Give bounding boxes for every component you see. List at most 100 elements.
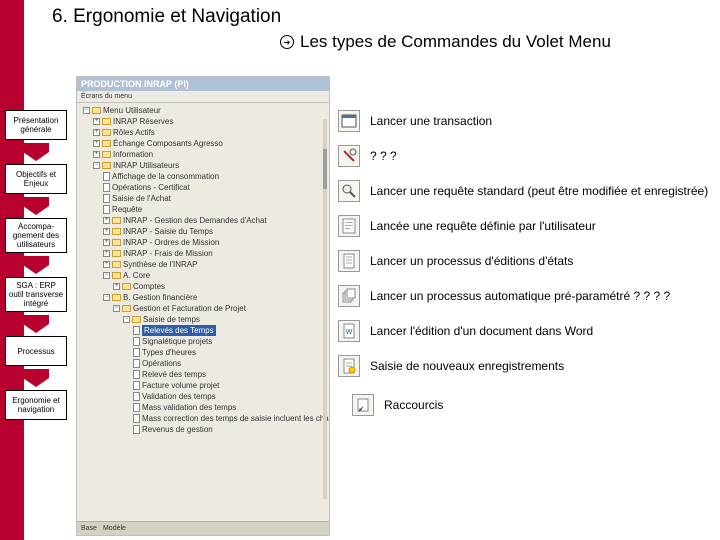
document-icon: [133, 414, 140, 423]
down-arrow-icon: [23, 256, 49, 274]
tree-node: Gestion et Facturation de Projet: [133, 303, 246, 314]
nav-box-sga[interactable]: SGA : ERP outil transverse intégré: [5, 277, 67, 312]
folder-icon: [102, 129, 111, 136]
minus-icon[interactable]: −: [83, 107, 90, 114]
legend-row: W Lancer l'édition d'un document dans Wo…: [338, 320, 708, 342]
tree-leaf[interactable]: Relevé des temps: [142, 369, 206, 380]
tree-leaf-selected[interactable]: Relevés des Temps: [142, 325, 216, 336]
menu-tree[interactable]: −Menu Utilisateur +INRAP Réserves +Rôles…: [77, 103, 329, 515]
document-icon: [133, 381, 140, 390]
document-icon: [103, 194, 110, 203]
tree-node: B. Gestion financière: [123, 292, 197, 303]
document-icon: [103, 205, 110, 214]
app-bottom-bar: Base Modèle: [77, 521, 329, 535]
tree-node: INRAP - Ordres de Mission: [123, 237, 219, 248]
document-icon: [133, 370, 140, 379]
document-icon: [103, 183, 110, 192]
nav-box-objectifs[interactable]: Objectifs et Enjeux: [5, 164, 67, 194]
tree-leaf[interactable]: Requête: [112, 204, 142, 215]
document-icon: [133, 359, 140, 368]
word-icon: W: [338, 320, 360, 342]
app-window: PRODUCTION INRAP (PI) Écrans du menu −Me…: [76, 76, 330, 536]
tab-base[interactable]: Base: [81, 525, 97, 532]
tree-leaf[interactable]: Signalétique projets: [142, 336, 212, 347]
legend-label: Lancer un processus d'éditions d'états: [370, 254, 573, 268]
tree-node: Rôles Actifs: [113, 127, 155, 138]
tree-root: Menu Utilisateur: [103, 105, 161, 116]
app-window-title: PRODUCTION INRAP (PI): [77, 77, 329, 91]
minus-icon[interactable]: −: [93, 162, 100, 169]
command-legend: Lancer une transaction ? ? ? Lancer une …: [338, 110, 708, 416]
scrollbar[interactable]: [323, 119, 327, 499]
tree-leaf[interactable]: Facture volume projet: [142, 380, 219, 391]
legend-label: ? ? ?: [370, 149, 397, 163]
document-icon: [133, 326, 140, 335]
page-subtitle: Les types de Commandes du Volet Menu: [300, 32, 611, 52]
plus-icon[interactable]: +: [103, 217, 110, 224]
folder-icon: [112, 228, 121, 235]
tree-leaf[interactable]: Mass validation des temps: [142, 402, 236, 413]
plus-icon[interactable]: +: [93, 118, 100, 125]
nav-box-presentation[interactable]: Présentation générale: [5, 110, 67, 140]
document-icon: [133, 348, 140, 357]
nav-box-ergonomie[interactable]: Ergonomie et navigation: [5, 390, 67, 420]
plus-icon[interactable]: +: [113, 283, 120, 290]
legend-row: Saisie de nouveaux enregistrements: [338, 355, 708, 377]
plus-icon[interactable]: +: [103, 239, 110, 246]
legend-row: Lancer un processus d'éditions d'états: [338, 250, 708, 272]
legend-label: Lancée une requête définie par l'utilisa…: [370, 219, 596, 233]
nav-sidebar: Présentation générale Objectifs et Enjeu…: [0, 110, 72, 420]
minus-icon[interactable]: −: [113, 305, 120, 312]
legend-row: Lancée une requête définie par l'utilisa…: [338, 215, 708, 237]
nav-box-accompagnement[interactable]: Accompa-gnement des utilisateurs: [5, 218, 67, 253]
nav-box-processus[interactable]: Processus: [5, 336, 67, 366]
tree-leaf[interactable]: Opérations: [142, 358, 181, 369]
plus-icon[interactable]: +: [93, 140, 100, 147]
new-record-icon: [338, 355, 360, 377]
folder-icon: [92, 107, 101, 114]
tree-node: Échange Composants Agresso: [113, 138, 223, 149]
legend-row: Lancer un processus automatique pré-para…: [338, 285, 708, 307]
magnifier-icon: [338, 180, 360, 202]
legend-label: Lancer une transaction: [370, 114, 492, 128]
folder-icon: [102, 140, 111, 147]
folder-icon: [112, 217, 121, 224]
tree-leaf[interactable]: Types d'heures: [142, 347, 196, 358]
folder-icon: [112, 250, 121, 257]
tree-node: Comptes: [133, 281, 165, 292]
minus-icon[interactable]: −: [103, 294, 110, 301]
folder-icon: [112, 294, 121, 301]
legend-row-shortcut: Raccourcis: [352, 394, 708, 416]
legend-row: Lancer une transaction: [338, 110, 708, 132]
folder-icon: [102, 118, 111, 125]
legend-label: Lancer un processus automatique pré-para…: [370, 289, 670, 303]
tree-leaf[interactable]: Opérations - Certificat: [112, 182, 190, 193]
legend-row: Lancer une requête standard (peut être m…: [338, 180, 708, 202]
plus-icon[interactable]: +: [103, 261, 110, 268]
down-arrow-icon: [23, 369, 49, 387]
plus-icon[interactable]: +: [93, 129, 100, 136]
minus-icon[interactable]: −: [123, 316, 130, 323]
plus-icon[interactable]: +: [93, 151, 100, 158]
plus-icon[interactable]: +: [103, 250, 110, 257]
tree-leaf[interactable]: Saisie de l'Achat: [112, 193, 171, 204]
tree-leaf[interactable]: Revenus de gestion: [142, 424, 213, 435]
legend-label: Lancer l'édition d'un document dans Word: [370, 324, 593, 338]
plus-icon[interactable]: +: [103, 228, 110, 235]
folder-icon: [102, 151, 111, 158]
tree-leaf[interactable]: Validation des temps: [142, 391, 216, 402]
down-arrow-icon: [23, 143, 49, 161]
folder-icon: [112, 272, 121, 279]
tree-leaf[interactable]: Affichage de la consommation: [112, 171, 219, 182]
legend-shortcut-label: Raccourcis: [384, 398, 443, 412]
minus-icon[interactable]: −: [103, 272, 110, 279]
tab-modele[interactable]: Modèle: [103, 525, 126, 532]
folder-icon: [102, 162, 111, 169]
legend-row: ? ? ?: [338, 145, 708, 167]
legend-label: Lancer une requête standard (peut être m…: [370, 184, 708, 198]
window-icon: [338, 110, 360, 132]
tree-node: Synthèse de l'INRAP: [123, 259, 197, 270]
tree-leaf[interactable]: Mass correction des temps de saisie incl…: [142, 413, 329, 424]
user-query-icon: [338, 215, 360, 237]
document-icon: [133, 337, 140, 346]
